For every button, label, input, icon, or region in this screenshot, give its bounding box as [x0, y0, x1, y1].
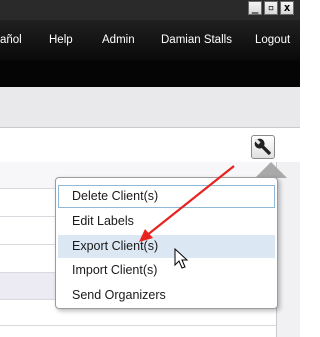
tools-button[interactable]	[251, 135, 275, 159]
delete-clients-item[interactable]: Delete Client(s)	[58, 185, 275, 208]
nav-logout-link[interactable]: Logout	[255, 20, 290, 60]
import-clients-item[interactable]: Import Client(s)	[58, 259, 275, 282]
nav-admin-link[interactable]: Admin	[102, 20, 135, 60]
send-organizers-item[interactable]: Send Organizers	[58, 284, 275, 307]
window-title-bar: _ ▫ x	[0, 0, 300, 20]
minimize-button[interactable]: _	[248, 1, 262, 15]
edit-labels-item[interactable]: Edit Labels	[58, 210, 275, 233]
nav-language-link[interactable]: añol	[0, 20, 22, 60]
close-button[interactable]: x	[280, 1, 294, 15]
tools-dropdown-menu: Delete Client(s) Edit Labels Export Clie…	[55, 177, 278, 309]
restore-button[interactable]: ▫	[264, 1, 278, 15]
menu-pointer-caret	[255, 162, 287, 178]
top-nav-bar: añol Help Admin Damian Stalls Logout	[0, 20, 300, 60]
header-band	[0, 60, 300, 87]
nav-help-link[interactable]: Help	[49, 20, 73, 60]
export-clients-item[interactable]: Export Client(s)	[58, 235, 275, 258]
page-header-area	[0, 87, 300, 128]
grid-side-strip	[277, 162, 300, 337]
nav-user-link[interactable]: Damian Stalls	[161, 20, 232, 60]
wrench-icon	[254, 138, 271, 155]
